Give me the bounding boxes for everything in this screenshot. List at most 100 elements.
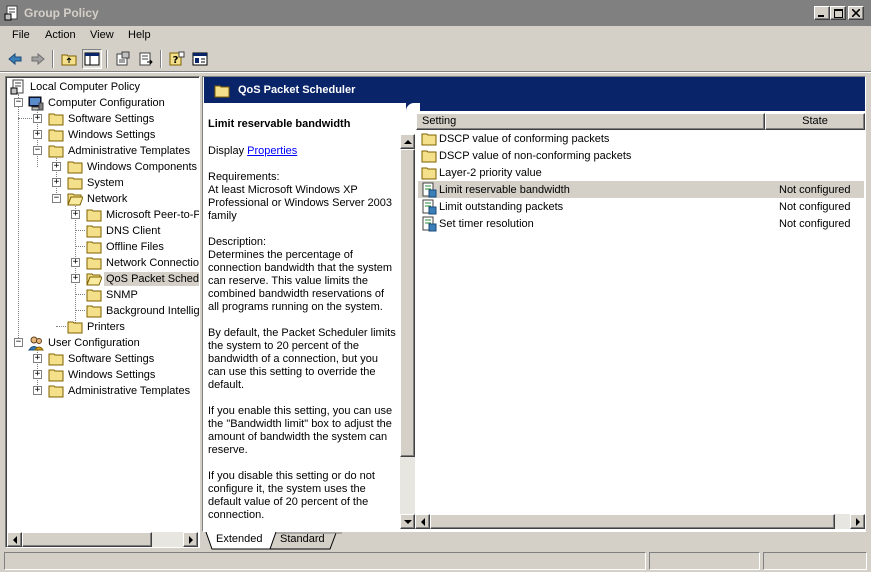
- tree-item-label: Offline Files: [106, 241, 164, 253]
- folder-icon: [86, 225, 102, 238]
- tree-item-user-administrative-templates[interactable]: Administrative Templates: [48, 383, 192, 399]
- up-folder-icon[interactable]: [59, 49, 79, 69]
- expand-toggle[interactable]: +: [52, 162, 61, 171]
- menu-action[interactable]: Action: [45, 29, 76, 41]
- back-arrow-icon[interactable]: [5, 49, 25, 69]
- tree-item-label: Printers: [87, 321, 125, 333]
- header-title: QoS Packet Scheduler: [238, 84, 356, 96]
- list-horizontal-scrollbar[interactable]: [400, 514, 865, 529]
- scroll-thumb[interactable]: [400, 149, 415, 457]
- expand-toggle[interactable]: +: [33, 354, 42, 363]
- disable-text: If you disable this setting or do not co…: [208, 470, 375, 521]
- status-panel-main: [4, 552, 646, 570]
- console-tree[interactable]: Local Computer Policy − Computer Configu…: [5, 76, 200, 548]
- collapse-toggle[interactable]: −: [14, 338, 23, 347]
- list-item[interactable]: Set timer resolution Not configured: [418, 215, 864, 232]
- tree-item-offline-files[interactable]: Offline Files: [86, 239, 166, 255]
- list-item-selected[interactable]: Limit reservable bandwidth Not configure…: [418, 181, 864, 198]
- list-item[interactable]: Limit outstanding packets Not configured: [418, 198, 864, 215]
- tree-item-label: Software Settings: [68, 353, 155, 365]
- folder-icon: [86, 257, 102, 270]
- tab-standard[interactable]: Standard: [272, 532, 333, 549]
- export-list-icon[interactable]: [136, 49, 156, 69]
- expand-toggle[interactable]: +: [71, 210, 80, 219]
- scroll-up-button[interactable]: [400, 134, 415, 149]
- column-header-setting[interactable]: Setting: [416, 113, 765, 130]
- expand-toggle[interactable]: +: [52, 178, 61, 187]
- collapse-toggle[interactable]: −: [52, 194, 61, 203]
- tree-item-label: Network: [87, 193, 128, 205]
- folder-icon: [48, 385, 64, 398]
- tree-item-system[interactable]: System: [67, 175, 126, 191]
- scroll-down-button[interactable]: [400, 514, 415, 529]
- list-item[interactable]: DSCP value of non-conforming packets: [418, 147, 864, 164]
- tree-item-administrative-templates[interactable]: Administrative Templates: [48, 143, 192, 159]
- policy-setting-icon: [422, 182, 437, 197]
- help-icon[interactable]: ?: [167, 49, 187, 69]
- tree-item-label: Administrative Templates: [68, 145, 191, 157]
- folder-icon: [48, 369, 64, 382]
- list-item[interactable]: Layer-2 priority value: [418, 164, 864, 181]
- display-line: Display Properties: [208, 145, 398, 158]
- tree-item-printers[interactable]: Printers: [67, 319, 127, 335]
- tree-item-network[interactable]: Network: [67, 191, 129, 207]
- tree-item-software-settings[interactable]: Software Settings: [48, 111, 156, 127]
- properties-link[interactable]: Properties: [247, 145, 297, 157]
- collapse-toggle[interactable]: −: [33, 146, 42, 155]
- tree-item-computer-configuration[interactable]: Computer Configuration: [28, 95, 167, 111]
- collapse-toggle[interactable]: −: [14, 98, 23, 107]
- toolbar: ?: [0, 46, 871, 72]
- menu-file[interactable]: File: [12, 29, 30, 41]
- list-item[interactable]: DSCP value of conforming packets: [418, 130, 864, 147]
- display-prefix: Display: [208, 145, 248, 157]
- description-text: Description: Determines the percentage o…: [208, 236, 393, 313]
- description-vertical-scrollbar[interactable]: [400, 134, 415, 529]
- scroll-thumb[interactable]: [22, 532, 152, 547]
- scroll-right-button[interactable]: [183, 532, 198, 547]
- expand-toggle[interactable]: +: [71, 258, 80, 267]
- maximize-button[interactable]: [830, 6, 846, 20]
- properties-icon[interactable]: [113, 49, 133, 69]
- menu-help[interactable]: Help: [128, 29, 151, 41]
- users-icon: [28, 336, 44, 351]
- tree-item-qos-packet-scheduler[interactable]: QoS Packet Schedu: [86, 271, 199, 287]
- tree-item-user-software-settings[interactable]: Software Settings: [48, 351, 156, 367]
- tree-horizontal-scrollbar[interactable]: [7, 532, 198, 547]
- toolbar-separator: [106, 50, 108, 68]
- folder-icon: [48, 353, 64, 366]
- show-hide-tree-icon[interactable]: [82, 49, 102, 69]
- tree-item-network-connections[interactable]: Network Connectio: [86, 255, 199, 271]
- tree-item-dns-client[interactable]: DNS Client: [86, 223, 162, 239]
- forward-arrow-icon[interactable]: [28, 49, 48, 69]
- close-button[interactable]: [848, 6, 864, 20]
- tab-extended[interactable]: Extended: [208, 532, 270, 549]
- computer-icon: [28, 96, 44, 111]
- folder-icon: [86, 305, 102, 318]
- folder-icon: [67, 177, 83, 190]
- tree-item-label: Windows Components: [87, 161, 198, 173]
- scroll-right-button[interactable]: [850, 514, 865, 529]
- tree-item-user-windows-settings[interactable]: Windows Settings: [48, 367, 157, 383]
- setting-name: DSCP value of non-conforming packets: [439, 149, 632, 162]
- tree-item-snmp[interactable]: SNMP: [86, 287, 140, 303]
- setting-name: Set timer resolution: [439, 217, 534, 230]
- tree-item-microsoft-peer-to-peer[interactable]: Microsoft Peer-to-P: [86, 207, 199, 223]
- status-bar: [0, 550, 871, 572]
- tree-item-user-configuration[interactable]: User Configuration: [28, 335, 142, 351]
- expand-toggle[interactable]: +: [33, 370, 42, 379]
- scroll-thumb[interactable]: [430, 514, 835, 529]
- column-header-state[interactable]: State: [765, 113, 865, 130]
- tree-item-background-intelligent[interactable]: Background Intellig: [86, 303, 199, 319]
- scroll-left-button[interactable]: [7, 532, 22, 547]
- expand-toggle[interactable]: +: [33, 114, 42, 123]
- tree-item-windows-components[interactable]: Windows Components: [67, 159, 199, 175]
- tree-item-windows-settings[interactable]: Windows Settings: [48, 127, 157, 143]
- tree-item-local-computer-policy[interactable]: Local Computer Policy: [10, 79, 142, 95]
- expand-toggle[interactable]: +: [33, 130, 42, 139]
- expand-toggle[interactable]: +: [71, 274, 80, 283]
- minimize-button[interactable]: [814, 6, 830, 20]
- console-view-icon[interactable]: [190, 49, 210, 69]
- menu-view[interactable]: View: [90, 29, 114, 41]
- expand-toggle[interactable]: +: [33, 386, 42, 395]
- scroll-left-button[interactable]: [415, 514, 430, 529]
